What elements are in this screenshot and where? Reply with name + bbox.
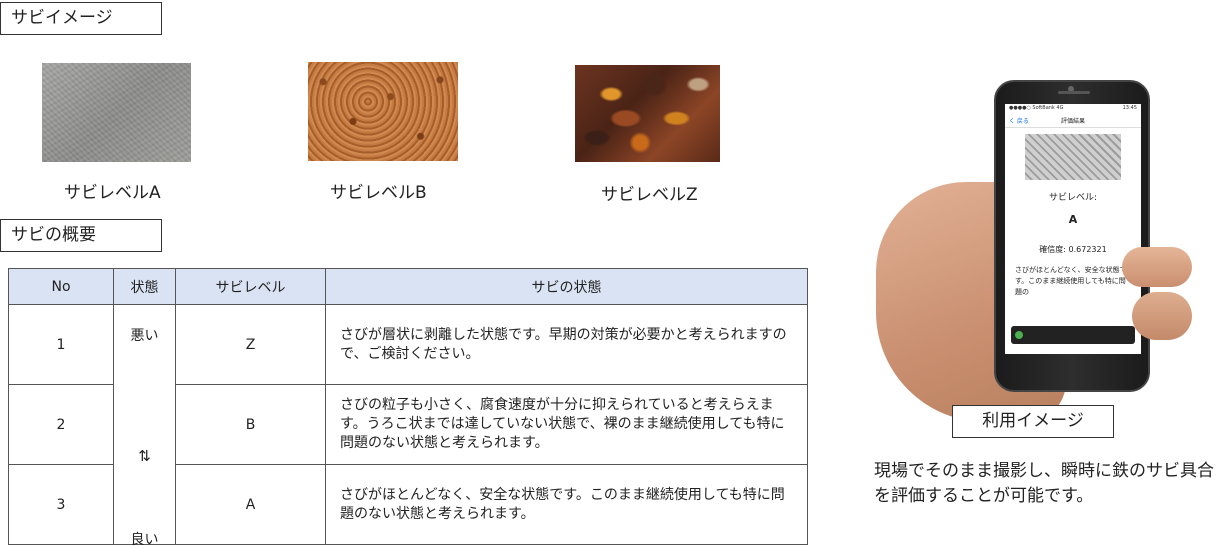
rust-sample-image-b [308,62,458,161]
back-button[interactable]: く 戻る [1009,116,1049,125]
phone-status-bar: ●●●●○ SoftBank 4G 13:45 [1005,104,1141,114]
smartphone: ●●●●○ SoftBank 4G 13:45 く 戻る 評価結果 サビレベル:… [994,80,1150,392]
row-level: A [175,464,326,545]
rust-level-value: A [1068,213,1078,226]
state-scale-cell: 悪い ⇅ 良い [113,304,176,548]
rust-overview-table: No 状態 サビレベル サビの状態 1 悪い ⇅ 良い Z さびが層状に剥離した… [8,268,808,548]
state-good-label: 良い [130,532,159,548]
screen-title: 評価結果 [1060,118,1085,125]
section-title-rust-overview: サビの概要 [0,219,162,252]
rust-sample-image-a [42,63,191,162]
phone-screen: ●●●●○ SoftBank 4G 13:45 く 戻る 評価結果 サビレベル:… [1005,104,1141,354]
phone-usage-illustration: ●●●●○ SoftBank 4G 13:45 く 戻る 評価結果 サビレベル:… [872,72,1202,422]
row-level: B [175,384,326,465]
captured-surface-image [1025,134,1121,180]
section-title-usage: 利用イメージ [952,405,1114,438]
header-no: No [8,268,114,305]
row-description: さびが層状に剥離した状態です。早期の対策が必要かと考えられますので、ご検討くださ… [325,304,808,385]
table-row: 1 悪い ⇅ 良い Z さびが層状に剥離した状態です。早期の対策が必要かと考えら… [8,304,808,548]
rust-sample-label-a: サビレベルA [64,183,161,203]
finger-image [1132,292,1192,340]
rust-level-label: サビレベル: [1048,193,1098,203]
speaker-icon [1058,91,1090,94]
rust-sample-image-z [575,65,720,162]
table-header-row: No 状態 サビレベル サビの状態 [8,268,808,305]
row-no: 1 [8,304,114,385]
carrier-text: ●●●●○ SoftBank 4G [1009,105,1064,111]
header-rust-level: サビレベル [175,268,326,305]
finger-image [1122,247,1192,287]
check-icon [1015,331,1023,339]
rust-sample-label-b: サビレベルB [330,183,427,203]
rust-sample-label-z: サビレベルZ [601,185,698,205]
clock-text: 13:45 [1122,105,1137,111]
usage-description: 現場でそのまま撮影し、瞬時に鉄のサビ具合を評価することが可能です。 [874,461,1214,506]
section-title-rust-images: サビイメージ [0,2,162,35]
notification-toast [1011,326,1135,344]
row-no: 3 [8,464,114,545]
header-state: 状態 [113,268,176,305]
row-level: Z [175,304,326,385]
row-no: 2 [8,384,114,465]
row-description: さびの粒子も小さく、腐食速度が十分に抑えられていると考えらえます。うろこ状までは… [325,384,808,465]
phone-nav-bar: く 戻る 評価結果 [1005,114,1141,128]
updown-arrow-icon: ⇅ [138,447,151,465]
state-bad-label: 悪い [130,328,159,344]
result-description: さびがほとんどなく、安全な状態です。このまま継続使用しても特に問題の [1015,266,1127,296]
header-rust-condition: サビの状態 [325,268,808,305]
confidence-text: 確信度: 0.672321 [1039,245,1107,254]
row-description: さびがほとんどなく、安全な状態です。このまま継続使用しても特に問題のない状態と考… [325,464,808,545]
